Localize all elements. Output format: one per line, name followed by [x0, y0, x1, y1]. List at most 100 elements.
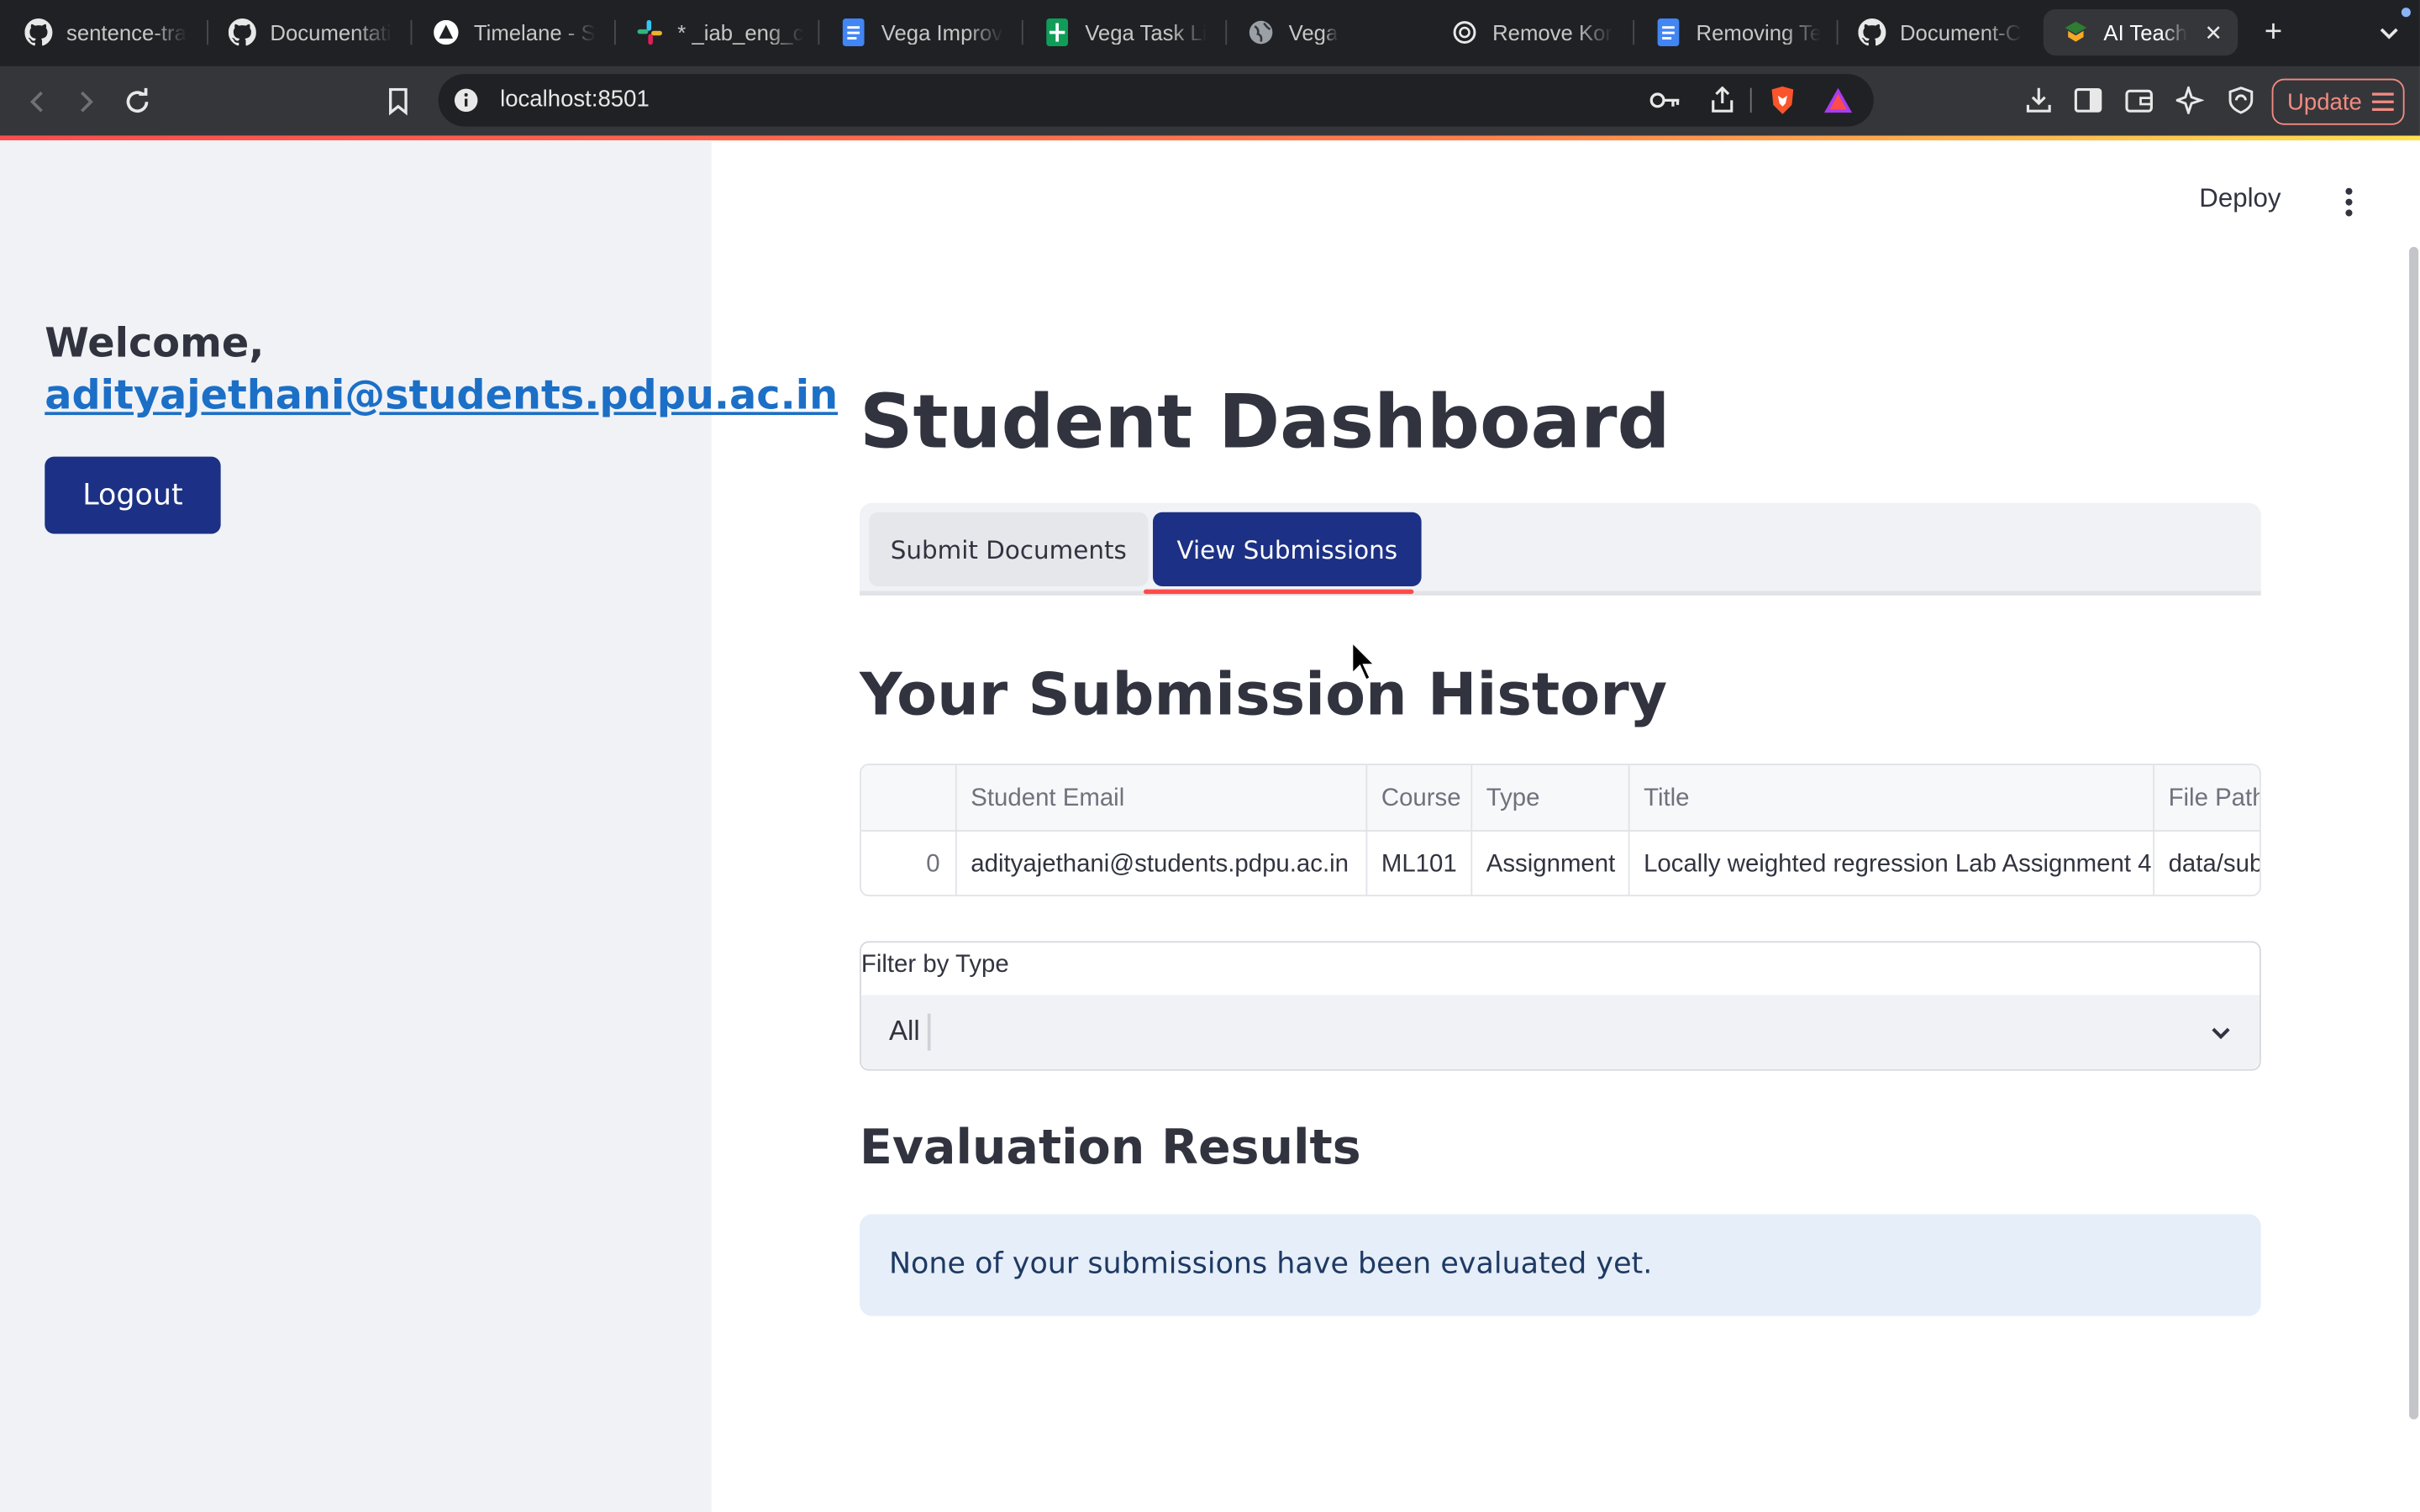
browser-tab[interactable]: Vega Task Li [1044, 9, 1213, 55]
google-docs-icon [839, 18, 867, 47]
table-header-row: Student Email Course Type Title File Pat… [860, 765, 2260, 832]
google-sheets-icon [1044, 18, 1071, 47]
column-header-file-path[interactable]: File Path [2154, 765, 2260, 832]
streamlit-icon [2062, 18, 2090, 46]
tab-submit-documents[interactable]: Submit Documents [869, 512, 1149, 586]
row-index: 0 [861, 831, 957, 895]
wallet-icon[interactable] [2122, 83, 2155, 117]
password-key-icon[interactable] [1649, 83, 1682, 117]
tab-bar: Submit Documents View Submissions [860, 502, 2261, 596]
forward-button[interactable] [66, 81, 107, 122]
info-alert: None of your submissions have been evalu… [860, 1214, 2261, 1316]
browser-tab-label: Vega [1288, 19, 1339, 45]
tab-divider [614, 19, 616, 45]
column-header-type[interactable]: Type [1472, 765, 1630, 832]
sidebar-toggle-icon[interactable] [2071, 83, 2105, 117]
submission-history-heading: Your Submission History [860, 660, 1668, 728]
main-menu-icon[interactable] [2333, 184, 2365, 221]
browser-tab-label: sentence-tra [66, 19, 187, 45]
screen: sentence-tra Documentati Timelane - S * … [0, 0, 2420, 1512]
browser-toolbar: localhost:8501 Update [0, 66, 2420, 136]
github-icon [24, 18, 53, 46]
timelane-icon [432, 18, 460, 46]
user-email-link[interactable]: adityajethani@students.pdpu.ac.in [45, 373, 838, 419]
browser-tab-label: Document-C [1899, 19, 2022, 45]
text-cursor [927, 1013, 931, 1051]
brave-shield-icon[interactable] [1765, 83, 1799, 117]
update-button[interactable]: Update [2271, 78, 2405, 125]
column-header-index[interactable] [861, 765, 957, 832]
browser-tab[interactable]: Remove Kor [1450, 9, 1620, 55]
close-tab-icon[interactable]: ✕ [2200, 19, 2228, 45]
select-value: All [888, 1015, 920, 1047]
cell-title[interactable]: Locally weighted regression Lab Assignme… [1630, 831, 2155, 895]
browser-tab[interactable]: Removing Te [1655, 9, 1824, 55]
filter-by-type-container: Filter by Type All [860, 941, 2261, 1071]
browser-tab-label: Timelane - S [473, 19, 596, 45]
filter-label: Filter by Type [860, 952, 1009, 979]
welcome-text: Welcome, [45, 321, 265, 368]
site-info-icon[interactable] [454, 88, 478, 113]
submissions-table[interactable]: Student Email Course Type Title File Pat… [860, 764, 2261, 897]
evaluation-results-heading: Evaluation Results [860, 1120, 1361, 1176]
browser-tab-strip: sentence-tra Documentati Timelane - S * … [0, 0, 2420, 66]
menu-icon [2372, 92, 2395, 112]
column-header-title[interactable]: Title [1630, 765, 2155, 832]
column-header-student-email[interactable]: Student Email [957, 765, 1368, 832]
tab-divider [410, 19, 413, 45]
active-tab-indicator [1143, 589, 1414, 595]
chatgpt-icon [1450, 18, 1478, 46]
browser-tab-label: Vega Task Li [1085, 19, 1207, 45]
sidebar: Welcome, adityajethani@students.pdpu.ac.… [0, 140, 838, 1512]
tab-divider [1633, 19, 1635, 45]
browser-tab-active[interactable]: AI Teach ✕ [2043, 9, 2238, 56]
browser-tab[interactable]: Timelane - S [432, 9, 602, 55]
page-title: Student Dashboard [860, 379, 1670, 466]
github-icon [228, 18, 256, 46]
tab-divider [1836, 19, 1839, 45]
info-message: None of your submissions have been evalu… [888, 1247, 1653, 1281]
browser-tab-label: Remove Kor [1492, 19, 1613, 45]
notification-dot [2401, 8, 2411, 18]
browser-tab-label: Documentati [270, 19, 392, 45]
browser-tab-label: Vega Improv [881, 19, 1003, 45]
browser-tab[interactable]: sentence-tra [24, 9, 194, 55]
brave-rewards-icon[interactable] [1821, 83, 1854, 117]
vpn-shield-icon[interactable] [2224, 83, 2258, 117]
new-tab-button[interactable]: + [2256, 14, 2290, 51]
column-header-course[interactable]: Course [1367, 765, 1473, 832]
browser-tab[interactable]: Vega Improv [839, 9, 1009, 55]
bookmark-icon[interactable] [378, 81, 418, 122]
chevron-down-icon[interactable] [2206, 1016, 2237, 1047]
scrollbar[interactable] [2409, 246, 2419, 1420]
cell-type[interactable]: Assignment [1472, 831, 1630, 895]
tab-divider [818, 19, 820, 45]
reload-button[interactable] [118, 81, 158, 122]
address-bar[interactable]: localhost:8501 [438, 74, 1874, 127]
logout-button[interactable]: Logout [45, 456, 221, 534]
browser-tab[interactable]: * _iab_eng_c [636, 9, 806, 55]
deploy-button[interactable]: Deploy [2199, 184, 2281, 215]
back-button[interactable] [17, 81, 57, 122]
leo-ai-icon[interactable] [2173, 83, 2207, 117]
browser-tab[interactable]: Documentati [228, 9, 398, 55]
filter-type-select[interactable]: All [860, 995, 2260, 1069]
tab-divider [1021, 19, 1023, 45]
tab-divider [207, 19, 208, 45]
browser-tab[interactable]: Document-C [1858, 9, 2028, 55]
cell-file-path[interactable]: data/sub [2154, 832, 2260, 895]
cell-student-email[interactable]: adityajethani@students.pdpu.ac.in [957, 831, 1368, 895]
table-row[interactable]: 0 adityajethani@students.pdpu.ac.in ML10… [861, 831, 2260, 895]
omnibox-divider [1749, 87, 1752, 113]
cell-course[interactable]: ML101 [1367, 831, 1473, 895]
download-icon[interactable] [2022, 83, 2055, 117]
mouse-pointer-icon [1349, 638, 1380, 686]
share-icon[interactable] [1706, 83, 1739, 117]
tab-divider [1225, 19, 1228, 45]
browser-tab-label: Removing Te [1696, 19, 1823, 45]
browser-tab[interactable]: Vega [1247, 9, 1417, 55]
url-text: localhost:8501 [500, 86, 650, 113]
tab-list-chevron-icon[interactable] [2374, 17, 2405, 48]
update-label: Update [2286, 88, 2362, 115]
tab-view-submissions[interactable]: View Submissions [1153, 512, 1422, 586]
